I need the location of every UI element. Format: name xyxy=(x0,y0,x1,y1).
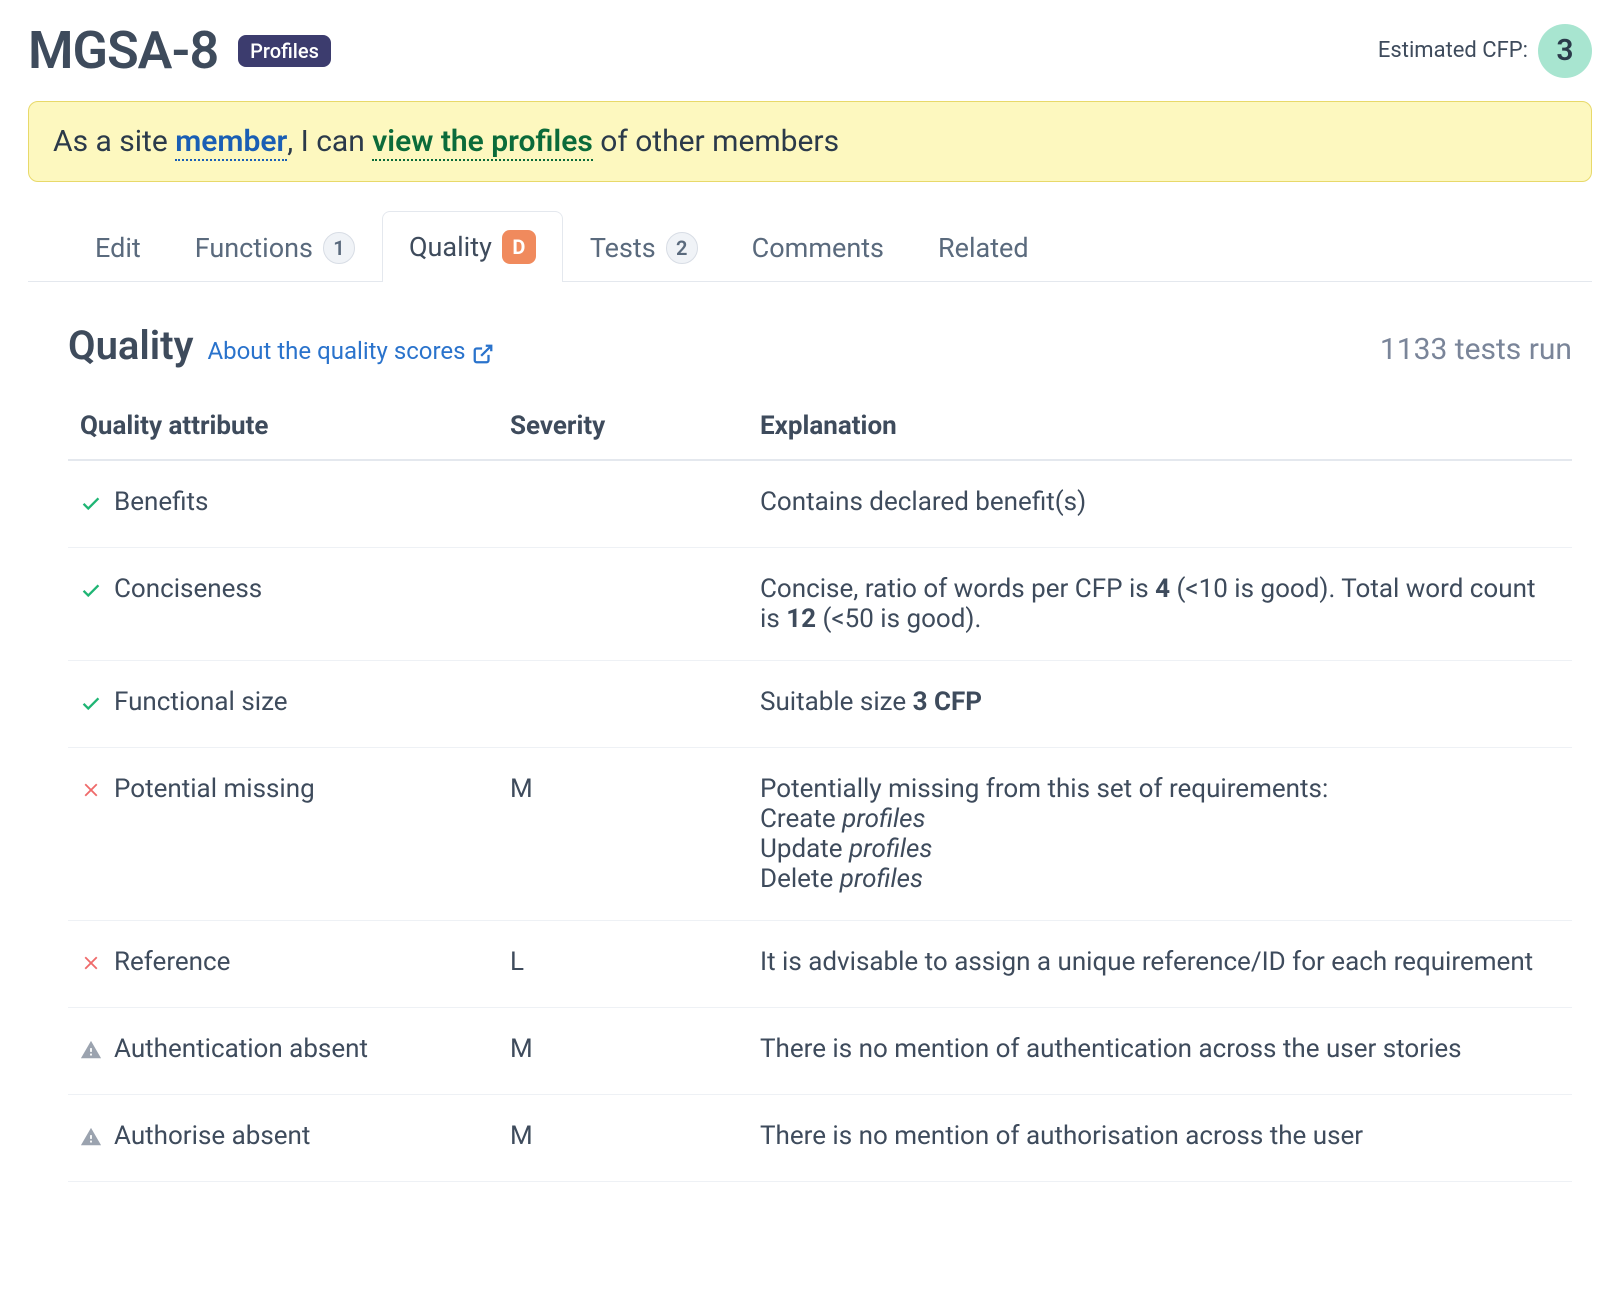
severity-cell xyxy=(498,661,748,748)
tabs: Edit Functions 1 Quality D Tests 2 Comme… xyxy=(28,210,1592,282)
attr-cell: Benefits xyxy=(68,460,498,548)
table-row: Functional size Suitable size 3 CFP xyxy=(68,661,1572,748)
severity-cell: M xyxy=(498,748,748,921)
table-row: Benefits Contains declared benefit(s) xyxy=(68,460,1572,548)
col-explanation: Explanation xyxy=(748,393,1572,460)
about-quality-label: About the quality scores xyxy=(207,337,465,365)
tab-edit[interactable]: Edit xyxy=(68,213,168,282)
profiles-tag[interactable]: Profiles xyxy=(238,35,331,67)
attr-label: Authorise absent xyxy=(114,1121,310,1151)
severity-cell xyxy=(498,548,748,661)
header-left: MGSA-8 Profiles xyxy=(28,20,331,81)
tab-comments-label: Comments xyxy=(752,232,884,264)
attr-cell: Conciseness xyxy=(68,548,498,661)
explanation-cell: Contains declared benefit(s) xyxy=(748,460,1572,548)
attr-label: Authentication absent xyxy=(114,1034,368,1064)
severity-cell: M xyxy=(498,1008,748,1095)
severity-cell xyxy=(498,460,748,548)
tab-related[interactable]: Related xyxy=(911,213,1056,282)
table-header-row: Quality attribute Severity Explanation xyxy=(68,393,1572,460)
explanation-cell: There is no mention of authentication ac… xyxy=(748,1008,1572,1095)
tab-related-label: Related xyxy=(938,232,1029,264)
table-row: Conciseness Concise, ratio of words per C… xyxy=(68,548,1572,661)
table-row: Authentication absent MThere is no mentio… xyxy=(68,1008,1572,1095)
tab-tests[interactable]: Tests 2 xyxy=(563,213,725,282)
quality-section: Quality About the quality scores 1133 te… xyxy=(28,282,1592,1182)
section-title: Quality xyxy=(68,322,193,369)
tab-comments[interactable]: Comments xyxy=(725,213,911,282)
warning-icon xyxy=(80,1121,102,1155)
check-icon xyxy=(80,574,102,608)
tab-tests-label: Tests xyxy=(590,232,656,264)
warning-icon xyxy=(80,1034,102,1068)
section-header: Quality About the quality scores 1133 te… xyxy=(68,322,1572,369)
cfp-label: Estimated CFP: xyxy=(1378,38,1528,63)
explanation-cell: Concise, ratio of words per CFP is 4 (<1… xyxy=(748,548,1572,661)
story-action[interactable]: view the profiles xyxy=(372,124,593,161)
attr-label: Reference xyxy=(114,947,230,977)
tab-edit-label: Edit xyxy=(95,232,141,264)
tests-count-badge: 2 xyxy=(666,232,698,264)
tab-functions-label: Functions xyxy=(195,232,313,264)
cross-icon xyxy=(80,947,102,981)
table-row: Reference LIt is advisable to assign a un… xyxy=(68,921,1572,1008)
story-suffix: of other members xyxy=(593,124,839,159)
attr-label: Benefits xyxy=(114,487,208,517)
table-row: Authorise absent MThere is no mention of … xyxy=(68,1095,1572,1182)
section-header-left: Quality About the quality scores xyxy=(68,322,494,369)
severity-cell: L xyxy=(498,921,748,1008)
user-story-box: As a site member, I can view the profile… xyxy=(28,101,1592,182)
attr-cell: Authorise absent xyxy=(68,1095,498,1182)
check-icon xyxy=(80,687,102,721)
story-mid: , I can xyxy=(287,124,372,159)
about-quality-link[interactable]: About the quality scores xyxy=(207,337,493,365)
attr-cell: Functional size xyxy=(68,661,498,748)
tab-functions[interactable]: Functions 1 xyxy=(168,213,382,282)
col-quality-attribute: Quality attribute xyxy=(68,393,498,460)
explanation-cell: There is no mention of authorisation acr… xyxy=(748,1095,1572,1182)
attr-cell: Potential missing xyxy=(68,748,498,921)
attr-label: Conciseness xyxy=(114,574,262,604)
explanation-cell: Suitable size 3 CFP xyxy=(748,661,1572,748)
quality-table: Quality attribute Severity Explanation B… xyxy=(68,393,1572,1182)
cfp-badge: 3 xyxy=(1538,24,1592,78)
severity-cell: M xyxy=(498,1095,748,1182)
quality-grade-badge: D xyxy=(502,230,536,264)
page-title: MGSA-8 xyxy=(28,20,218,81)
functions-count-badge: 1 xyxy=(323,232,355,264)
external-link-icon xyxy=(472,343,494,365)
page-header: MGSA-8 Profiles Estimated CFP: 3 xyxy=(28,20,1592,81)
col-severity: Severity xyxy=(498,393,748,460)
tests-run-count: 1133 tests run xyxy=(1380,332,1572,367)
check-icon xyxy=(80,487,102,521)
cross-icon xyxy=(80,774,102,808)
header-right: Estimated CFP: 3 xyxy=(1378,24,1592,78)
attr-label: Functional size xyxy=(114,687,288,717)
attr-cell: Reference xyxy=(68,921,498,1008)
explanation-cell: It is advisable to assign a unique refer… xyxy=(748,921,1572,1008)
attr-label: Potential missing xyxy=(114,774,315,804)
attr-cell: Authentication absent xyxy=(68,1008,498,1095)
story-actor[interactable]: member xyxy=(175,124,287,161)
explanation-cell: Potentially missing from this set of req… xyxy=(748,748,1572,921)
table-row: Potential missing MPotentially missing fr… xyxy=(68,748,1572,921)
tab-quality-label: Quality xyxy=(409,231,492,263)
tab-quality[interactable]: Quality D xyxy=(382,211,563,282)
story-prefix: As a site xyxy=(53,124,175,159)
